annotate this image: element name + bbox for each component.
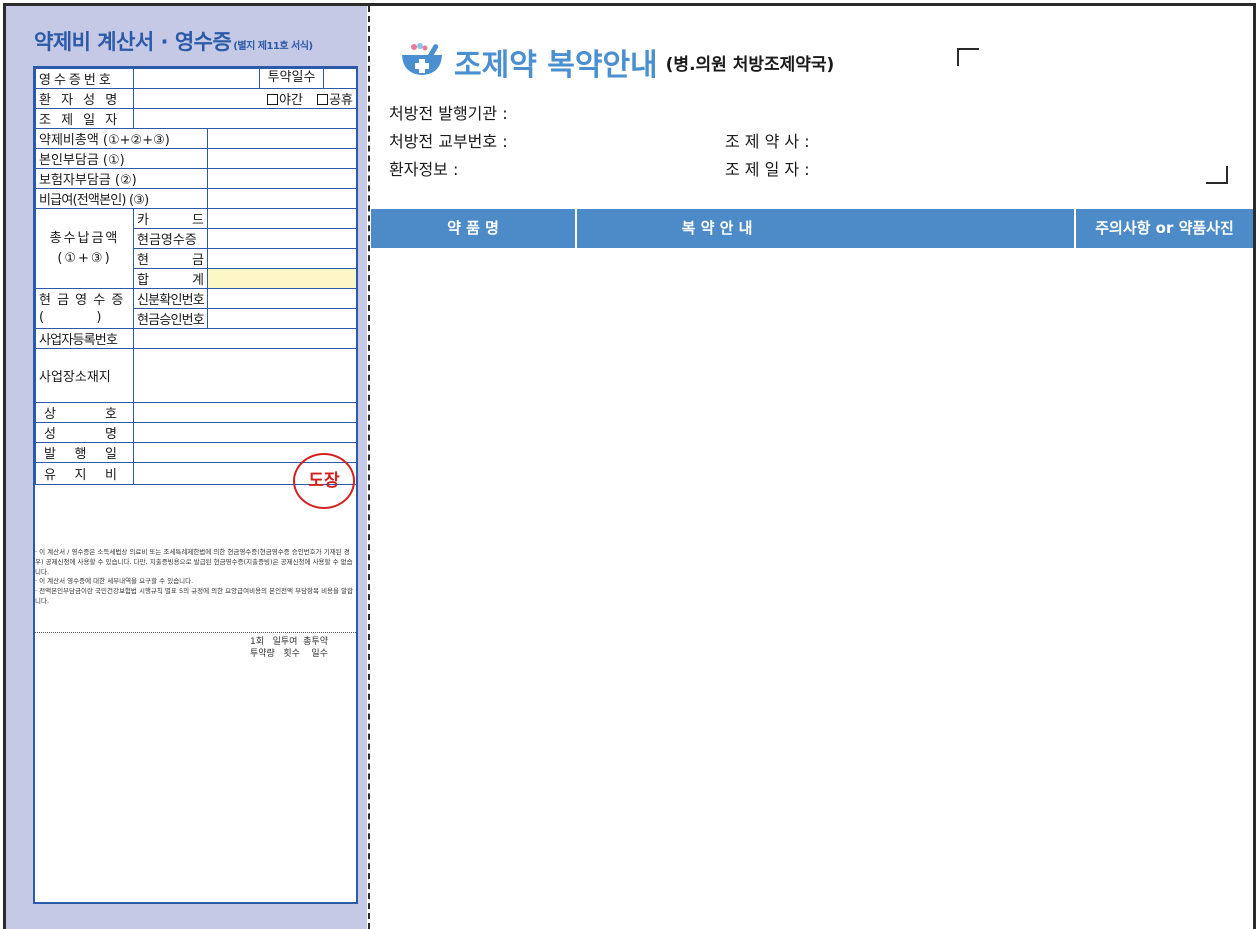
caution-header: 주의사항 or 약품사진 bbox=[1095, 219, 1234, 237]
biz-address-label: 사업장소재지 bbox=[35, 348, 134, 403]
receipt-title: 약제비 계산서 · 영수증 (별지 제11호 서식) bbox=[34, 26, 313, 56]
drug-name-header: 약 품 명 bbox=[447, 219, 499, 237]
table-row: 약제비총액 (①+②+③) bbox=[35, 128, 357, 149]
table-row: 현 금 영 수 증 ( ) 신분확인번호 bbox=[35, 288, 357, 329]
patient-share-label: 본인부담금 (①) bbox=[35, 148, 208, 169]
table-row: 비급여(전액본인) (③) bbox=[35, 188, 357, 209]
note-item: · 이 계산서 영수증에 대한 세부내역을 요구할 수 있습니다. bbox=[35, 577, 194, 586]
note-item: · 이 계산서 / 영수증은 소득세법상 의료비 또는 조세특례제한법에 의한 … bbox=[35, 548, 353, 576]
dose-header-line1: 1회 일투여 총투약 bbox=[250, 637, 328, 647]
receipt-title-text: 약제비 계산서 · 영수증 bbox=[34, 30, 232, 54]
receipt-table: 영수증번호 투약일수 환 자 성 명 야간 공휴 조 제 일 자 약제비총액 (… bbox=[35, 68, 357, 485]
total-paid-text: 총수납금액 bbox=[49, 230, 120, 246]
patient-name-label: 환 자 성 명 bbox=[35, 88, 134, 109]
patient-name-field[interactable]: 야간 공휴 bbox=[133, 88, 357, 109]
dosing-days-label: 투약일수 bbox=[259, 69, 324, 88]
night-label: 야간 bbox=[279, 93, 303, 108]
corner-mark-bottom-right bbox=[1206, 166, 1228, 184]
receipt-no-field[interactable]: 투약일수 bbox=[133, 68, 357, 89]
holiday-checkbox[interactable] bbox=[317, 94, 329, 105]
trade-name-label: 상 호 bbox=[35, 402, 134, 423]
insurer-share-label: 보험자부담금 (②) bbox=[35, 168, 208, 189]
holiday-label: 공휴 bbox=[329, 93, 353, 108]
table-row: 사업장소재지 bbox=[35, 348, 357, 403]
receipt-notes: · 이 계산서 / 영수증은 소득세법상 의료비 또는 조세특례제한법에 의한 … bbox=[35, 548, 356, 607]
cash-receipt-label: 현 금 영 수 증 ( ) bbox=[35, 288, 134, 329]
biz-reg-no-field[interactable] bbox=[133, 328, 357, 349]
dose-header-line2: 투약량 횟수 일수 bbox=[250, 649, 328, 659]
dispense-date-label: 조 제 일 자 bbox=[35, 108, 134, 129]
name-field[interactable] bbox=[133, 422, 357, 443]
biz-reg-no-label: 사업자등록번호 bbox=[35, 328, 134, 349]
non-covered-label: 비급여(전액본인) (③) bbox=[35, 188, 208, 209]
seal-stamp: 도장 bbox=[293, 453, 355, 509]
total-cost-field[interactable] bbox=[207, 128, 357, 149]
cut-line bbox=[368, 6, 370, 929]
table-row: 영수증번호 투약일수 bbox=[35, 68, 357, 89]
name-label: 성 명 bbox=[35, 422, 134, 443]
cash-receipt-text: 현 금 영 수 증 bbox=[39, 292, 125, 308]
corner-mark-top-left bbox=[957, 48, 979, 66]
insurer-share-field[interactable] bbox=[207, 168, 357, 189]
guide-header: 복 약 안 내 bbox=[681, 219, 753, 237]
biz-address-field[interactable] bbox=[133, 348, 357, 403]
table-row: 총수납금액 (①+③) 카 드 bbox=[35, 208, 357, 289]
approval-no-field[interactable] bbox=[207, 308, 357, 329]
note-item: · 전액본인부담금이란 국민건강보험법 시행규칙 별표 5의 규정에 의한 요양… bbox=[35, 587, 354, 605]
issuer-label: 처방전 발행기관 : bbox=[389, 104, 508, 123]
table-row: 성 명 bbox=[35, 422, 357, 443]
table-row: 보험자부담금 (②) bbox=[35, 168, 357, 189]
table-row: 상 호 bbox=[35, 402, 357, 423]
id-no-field[interactable] bbox=[207, 288, 357, 309]
cash-field[interactable] bbox=[207, 248, 357, 269]
patient-share-field[interactable] bbox=[207, 148, 357, 169]
cash-receipt-paren: ( ) bbox=[39, 309, 103, 325]
notes-divider bbox=[35, 632, 356, 633]
cash-receipt-pay-field[interactable] bbox=[207, 228, 357, 249]
issue-date-label: 발 행 일 bbox=[35, 442, 134, 463]
non-covered-field[interactable] bbox=[207, 188, 357, 209]
total-cost-label: 약제비총액 (①+②+③) bbox=[35, 128, 208, 149]
receipt-no-label: 영수증번호 bbox=[35, 68, 134, 89]
dose-header: 1회 일투여 총투약 투약량 횟수 일수 bbox=[250, 636, 328, 660]
pharmacist-label: 조 제 약 사 : bbox=[725, 132, 810, 151]
rx-no-label: 처방전 교부번호 : bbox=[389, 132, 508, 151]
table-row: 조 제 일 자 bbox=[35, 108, 357, 129]
table-row: 환 자 성 명 야간 공휴 bbox=[35, 88, 357, 109]
table-row: 본인부담금 (①) bbox=[35, 148, 357, 169]
mortar-bowl-icon bbox=[400, 42, 448, 82]
sum-field[interactable] bbox=[207, 268, 357, 289]
dispense-date-field[interactable] bbox=[133, 108, 357, 129]
total-paid-label: 총수납금액 (①+③) bbox=[35, 208, 134, 289]
approval-no-label: 현금승인번호 bbox=[133, 308, 208, 329]
night-checkbox[interactable] bbox=[267, 94, 279, 105]
trade-name-field[interactable] bbox=[133, 402, 357, 423]
maintenance-label: 유 지 비 bbox=[35, 462, 134, 485]
guide-title: 조제약 복약안내 (병.의원 처방조제약국) bbox=[400, 40, 834, 84]
receipt-subtitle: (별지 제11호 서식) bbox=[233, 41, 313, 52]
sum-label: 합 계 bbox=[133, 268, 208, 289]
guide-subtitle: (병.의원 처방조제약국) bbox=[665, 54, 835, 75]
id-no-label: 신분확인번호 bbox=[133, 288, 208, 309]
guide-table-header: 약 품 명 복 약 안 내 주의사항 or 약품사진 bbox=[371, 209, 1253, 248]
cash-label: 현 금 bbox=[133, 248, 208, 269]
total-paid-formula: (①+③) bbox=[57, 250, 112, 266]
dispense-date-info-label: 조 제 일 자 : bbox=[725, 160, 810, 179]
guide-title-text: 조제약 복약안내 bbox=[454, 48, 658, 83]
patient-info-label: 환자정보 : bbox=[389, 160, 459, 179]
table-row: 사업자등록번호 bbox=[35, 328, 357, 349]
card-label: 카 드 bbox=[133, 208, 208, 229]
card-field[interactable] bbox=[207, 208, 357, 229]
cash-receipt-pay-label: 현금영수증 bbox=[133, 228, 208, 249]
